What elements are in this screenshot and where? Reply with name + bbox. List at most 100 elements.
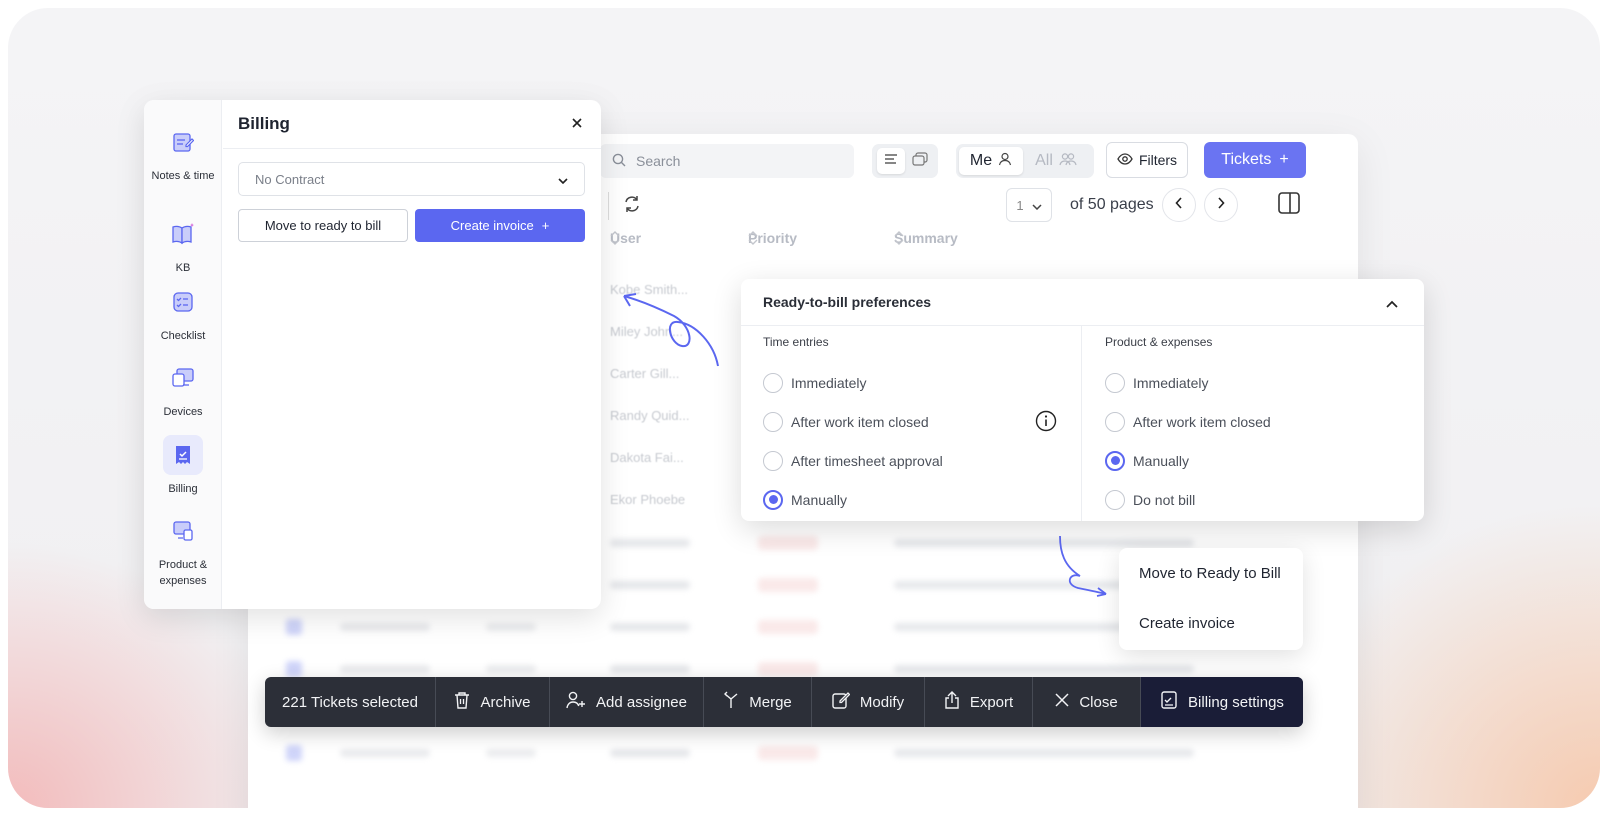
modify-button[interactable]: Modify [812, 677, 925, 727]
sort-icon [748, 231, 758, 245]
menu-item-create-invoice[interactable]: Create invoice [1139, 615, 1235, 632]
radio-label: After work item closed [1133, 413, 1271, 430]
close-icon [1055, 693, 1069, 711]
radio-button[interactable] [1105, 489, 1125, 510]
view-toggle [872, 144, 938, 178]
search-input[interactable]: Search [600, 144, 854, 178]
radio-option[interactable]: After timesheet approval [763, 441, 1063, 480]
card-view-button[interactable] [906, 148, 934, 174]
rail-item-kb[interactable]: KB [144, 214, 222, 276]
ready-to-bill-preferences: Ready-to-bill preferences Time entries I… [741, 279, 1424, 521]
info-icon[interactable] [1035, 410, 1057, 435]
menu-item-move-to-ready[interactable]: Move to Ready to Bill [1139, 565, 1281, 582]
close-icon[interactable] [571, 116, 583, 134]
time-entries-group: Time entries Immediately After work item… [763, 335, 1063, 519]
chevron-down-icon [558, 172, 568, 187]
radio-button[interactable] [1105, 411, 1125, 432]
radio-label: Manually [791, 491, 848, 508]
group-title: Product & expenses [1105, 335, 1213, 349]
split-panel-icon[interactable] [1278, 192, 1300, 219]
checklist-icon [163, 282, 203, 322]
radio-button[interactable] [763, 411, 783, 432]
cards-icon [911, 151, 928, 171]
product-expenses-group: Product & expenses Immediately After wor… [1105, 335, 1405, 519]
button-label: Export [969, 693, 1014, 711]
me-toggle[interactable]: Me [959, 147, 1023, 175]
divider [223, 148, 601, 149]
eye-icon [1117, 152, 1133, 168]
merge-button[interactable]: Merge [704, 677, 812, 727]
new-ticket-button[interactable]: Tickets + [1204, 142, 1306, 178]
radio-label: After timesheet approval [791, 452, 943, 469]
close-button[interactable]: Close [1033, 677, 1141, 727]
radio-label: Immediately [1133, 374, 1209, 391]
previous-page-button[interactable] [1162, 188, 1196, 222]
rail-item-checklist[interactable]: Checklist [144, 282, 222, 344]
radio-button[interactable] [763, 372, 783, 393]
billing-settings-button[interactable]: Billing settings [1141, 677, 1303, 727]
contract-select[interactable]: No Contract [238, 162, 585, 196]
user-icon [998, 152, 1012, 171]
archive-button[interactable]: Archive [436, 677, 550, 727]
list-icon [884, 152, 898, 170]
radio-label: After work item closed [791, 413, 929, 430]
sort-icon [610, 231, 620, 245]
prefs-title: Ready-to-bill preferences [763, 294, 932, 310]
rail-label: Devices [163, 406, 203, 418]
context-menu: Move to Ready to Bill Create invoice [1119, 548, 1303, 650]
annotation-arrow-icon [1059, 535, 1107, 597]
page-select[interactable]: 1 [1006, 188, 1052, 222]
notes-time-icon [163, 122, 203, 162]
rail-label: Billing [168, 483, 198, 495]
radio-button-selected[interactable] [763, 489, 783, 510]
sort-icon [894, 231, 904, 245]
export-button[interactable]: Export [925, 677, 1033, 727]
all-toggle[interactable]: All [1023, 147, 1089, 175]
button-label: Modify [859, 693, 905, 711]
radio-option[interactable]: Do not bill [1105, 480, 1405, 519]
export-icon [944, 691, 960, 713]
all-label: All [1035, 152, 1053, 169]
filters-button[interactable]: Filters [1106, 142, 1188, 178]
chevron-right-icon [1217, 196, 1225, 214]
kb-book-icon [163, 214, 203, 254]
radio-button-selected[interactable] [1105, 450, 1125, 471]
pagination-bar: 1 of 50 pages [600, 186, 1340, 226]
billing-panel: Notes & time KB Checklist Devices Billin… [144, 100, 601, 609]
add-assignee-button[interactable]: Add assignee [550, 677, 704, 727]
move-to-ready-button[interactable]: Move to ready to bill [238, 209, 408, 242]
radio-option[interactable]: After work item closed [1105, 402, 1405, 441]
rail-item-product-expenses[interactable]: Product & expenses [144, 511, 222, 589]
button-label: Create invoice [450, 218, 534, 233]
rail-label: Product & expenses [158, 559, 208, 587]
tickets-toolbar: Search Me All Filters Tickets + [600, 134, 1340, 180]
radio-option[interactable]: Immediately [1105, 363, 1405, 402]
users-icon [1059, 152, 1077, 171]
radio-option[interactable]: After work item closed [763, 402, 1063, 441]
radio-option[interactable]: Manually [763, 480, 1063, 519]
radio-option[interactable]: Manually [1105, 441, 1405, 480]
merge-icon [723, 691, 739, 713]
rail-item-devices[interactable]: Devices [144, 358, 222, 420]
billing-content: Billing No Contract Move to ready to bil… [223, 100, 601, 609]
radio-label: Manually [1133, 452, 1190, 469]
chevron-up-icon[interactable] [1386, 295, 1398, 313]
create-invoice-button[interactable]: Create invoice + [415, 209, 585, 242]
rail-item-billing[interactable]: Billing [144, 435, 222, 497]
next-page-button[interactable] [1204, 188, 1238, 222]
selected-count: 221 Tickets selected [265, 677, 436, 727]
chevron-down-icon [1032, 198, 1042, 213]
page-value: 1 [1016, 197, 1024, 213]
side-rail: Notes & time KB Checklist Devices Billin… [144, 100, 222, 609]
radio-button[interactable] [1105, 372, 1125, 393]
me-label: Me [969, 152, 993, 169]
archive-icon [454, 691, 470, 713]
refresh-icon[interactable] [622, 194, 642, 219]
rail-item-notes-time[interactable]: Notes & time [144, 122, 222, 184]
button-label: Archive [480, 693, 531, 711]
assignee-scope-toggle: Me All [956, 144, 1094, 178]
button-label: Close [1079, 693, 1118, 711]
radio-button[interactable] [763, 450, 783, 471]
radio-option[interactable]: Immediately [763, 363, 1063, 402]
list-view-button[interactable] [876, 148, 905, 174]
